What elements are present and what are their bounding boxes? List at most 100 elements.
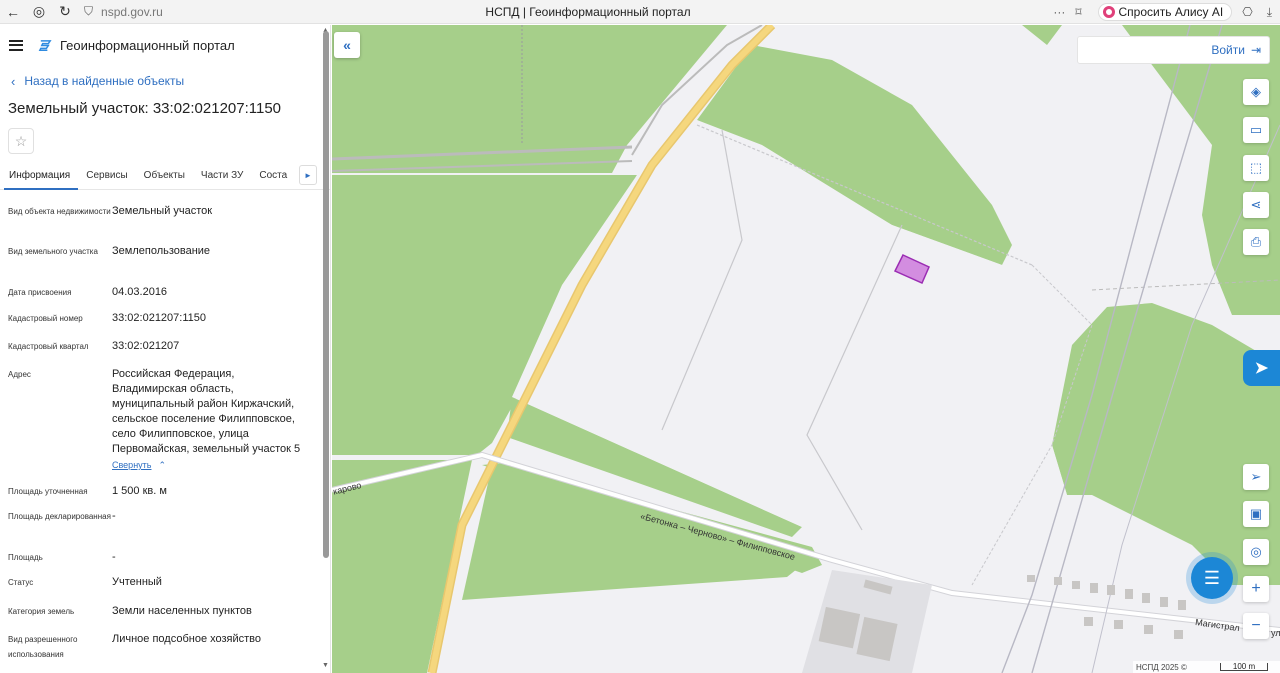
parcel-title: Земельный участок: 33:02:021207:1150 (8, 100, 282, 117)
property-key: Категория земель (8, 607, 75, 616)
building (1144, 625, 1153, 634)
property-row: Статус Учтенный (0, 575, 330, 604)
property-value: - (112, 510, 116, 522)
scroll-down-icon[interactable]: ▼ (322, 662, 329, 669)
property-key: Статус (8, 578, 34, 587)
sidebar-header: Геоинформационный портал (0, 25, 330, 65)
collapse-link[interactable]: Свернуть (112, 460, 151, 470)
back-to-results-link[interactable]: ‹ Назад в найденные объекты (0, 72, 330, 90)
building (1114, 620, 1123, 629)
property-value: Учтенный (112, 576, 162, 588)
zoom-out-icon[interactable]: − (1243, 613, 1269, 639)
attribution-text: НСПД 2025 © (1136, 662, 1187, 672)
property-value: Земли населенных пунктов (112, 605, 252, 617)
reload-icon[interactable]: ↻ (52, 0, 78, 24)
property-value: 04.03.2016 (112, 286, 168, 298)
building (1125, 589, 1133, 599)
building (1027, 575, 1035, 582)
property-value: Российская Федерация, Владимирская облас… (112, 368, 301, 455)
property-key: Площадь уточненная (8, 487, 88, 496)
download-icon[interactable]: ⤓ (1267, 5, 1272, 20)
property-row: Вид разрешенного использования Личное по… (0, 632, 330, 672)
map-canvas[interactable]: «Бетонка – Черново» – Филипповское каров… (332, 25, 1280, 673)
login-label: Войти (1211, 43, 1245, 57)
address-value-block: Российская Федерация, Владимирская облас… (112, 367, 312, 484)
zoom-in-icon[interactable]: + (1243, 576, 1269, 602)
portal-title: Геоинформационный портал (60, 37, 235, 53)
chevron-up-icon[interactable]: ⌃ (159, 460, 167, 470)
building (1054, 577, 1062, 585)
minimap-icon[interactable]: ▣ (1243, 501, 1269, 527)
tab-composition[interactable]: Соста (259, 162, 295, 190)
building (1178, 600, 1186, 610)
portal-logo-icon (38, 39, 52, 51)
property-key: Вид объекта недвижимости (8, 207, 111, 216)
property-row: Кадастровый квартал 33:02:021207 (0, 339, 330, 367)
tab-objects[interactable]: Объекты (144, 162, 193, 190)
favorite-star-icon[interactable]: ☆ (8, 128, 34, 154)
menu-icon[interactable] (9, 39, 23, 51)
property-key: Кадастровый номер (8, 314, 83, 323)
property-value: Личное подсобное хозяйство (112, 633, 262, 645)
building (1090, 583, 1098, 593)
alice-icon (1102, 6, 1115, 18)
chevron-left-icon: ‹ (11, 73, 16, 89)
assistant-logo-icon[interactable]: ➤ (1243, 350, 1280, 386)
select-area-icon[interactable]: ⬚ (1243, 155, 1269, 181)
property-row: Площадь декларированная - (0, 509, 330, 550)
property-key: Дата присвоения (8, 288, 72, 297)
back-label: Назад в найденные объекты (24, 74, 185, 88)
building (1142, 593, 1150, 603)
browser-toolbar: ← ◎ ↻ ⛉ nspd.gov.ru НСПД | Геоинформацио… (0, 0, 1280, 24)
share-icon[interactable]: ⋖ (1243, 192, 1269, 218)
building (1160, 597, 1168, 607)
address-bar[interactable]: ⛉ nspd.gov.ru (84, 4, 424, 19)
more-icon[interactable]: ··· (1053, 5, 1065, 19)
layers-icon[interactable]: ◈ (1243, 79, 1269, 105)
chat-icon[interactable]: ☰ (1191, 557, 1233, 599)
incognito-icon[interactable]: ◎ (26, 0, 52, 24)
property-row: Дата присвоения 04.03.2016 (0, 285, 330, 311)
bookmark-icon[interactable]: ⌑ (1075, 5, 1081, 19)
ruler-icon[interactable]: ▭ (1243, 117, 1269, 143)
property-row: Кадастровый номер 33:02:021207:1150 (0, 311, 330, 339)
tab-parts[interactable]: Части ЗУ (201, 162, 251, 190)
map-layer (332, 25, 1280, 673)
property-value: 1 500 кв. м (112, 485, 167, 497)
tabs-next-icon[interactable]: ► (299, 165, 317, 185)
tab-services[interactable]: Сервисы (86, 162, 135, 190)
forest-area (1022, 25, 1062, 45)
alice-label: Спросить Алису AI (1118, 5, 1224, 19)
collapse-panel-button[interactable]: « (334, 32, 360, 58)
extension-icon[interactable]: ⎔ (1242, 5, 1252, 19)
alice-button[interactable]: Спросить Алису AI (1097, 3, 1233, 21)
property-key: Вид разрешенного использования (8, 635, 78, 659)
property-value: 33:02:021207 (112, 340, 180, 352)
login-button[interactable]: Войти ⇥ (1077, 36, 1270, 64)
url-text: nspd.gov.ru (101, 4, 163, 19)
property-key: Адрес (8, 370, 31, 379)
geolocation-icon[interactable]: ➢ (1243, 464, 1269, 490)
back-arrow-icon[interactable]: ← (0, 0, 26, 24)
building (1107, 585, 1115, 595)
building (818, 606, 861, 649)
scale-bar: 100 m (1220, 663, 1268, 671)
property-row: Категория земель Земли населенных пункто… (0, 604, 330, 632)
location-search-icon[interactable]: ◎ (1243, 539, 1269, 565)
property-row: Вид объекта недвижимости Земельный участ… (0, 204, 330, 244)
sidebar-scrollbar[interactable] (323, 31, 329, 558)
building (1084, 617, 1093, 626)
property-key: Кадастровый квартал (8, 342, 89, 351)
right-road-label-2: ул (1271, 628, 1280, 638)
property-key: Площадь (8, 553, 43, 562)
property-row: Площадь - (0, 550, 330, 575)
print-icon[interactable]: ⎙ (1243, 229, 1269, 255)
tab-info[interactable]: Информация (4, 162, 79, 190)
property-row: Вид земельного участка Землепользование (0, 244, 330, 285)
property-key: Вид земельного участка (8, 247, 98, 256)
info-tabs: Информация Сервисы Объекты Части ЗУ Сост… (0, 162, 330, 190)
property-row: Адрес Российская Федерация, Владимирская… (0, 367, 330, 484)
property-value: Земельный участок (112, 205, 213, 217)
property-value: 33:02:021207:1150 (112, 312, 206, 324)
sidebar: Геоинформационный портал ‹ Назад в найде… (0, 25, 331, 673)
